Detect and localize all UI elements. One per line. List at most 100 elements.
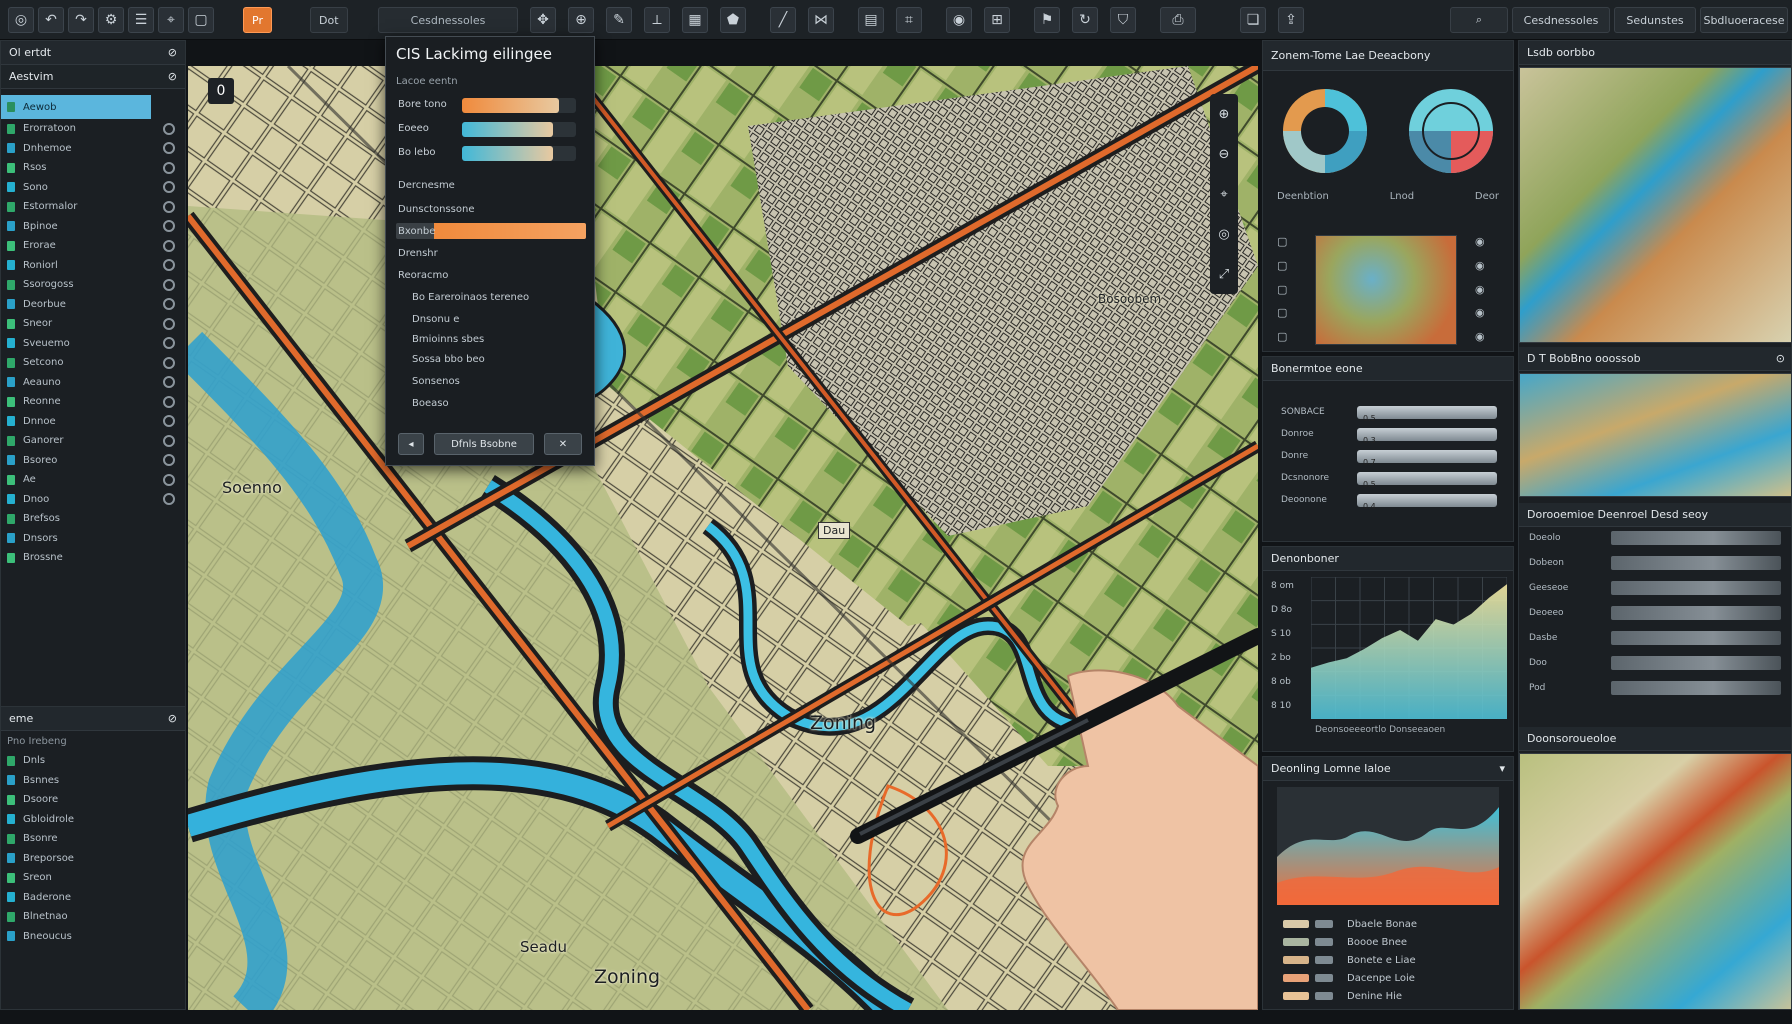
- thumbnail-map-3[interactable]: [1519, 753, 1791, 1009]
- layer-item-selected[interactable]: Aewob: [1, 95, 151, 119]
- layer-item[interactable]: Brossne: [1, 548, 185, 568]
- zoom-out-icon[interactable]: ⊖: [1219, 147, 1230, 162]
- section-toggle-icon[interactable]: ⊘: [168, 70, 177, 83]
- refresh-icon[interactable]: ▢: [1277, 306, 1303, 319]
- dialog-option[interactable]: Bmioinns sbes: [396, 331, 586, 347]
- attribute-value-bar[interactable]: [1611, 631, 1781, 645]
- layer-item[interactable]: Dnls: [1, 751, 185, 771]
- search-box[interactable]: ⌕: [1450, 7, 1508, 33]
- visibility-toggle-icon[interactable]: [163, 259, 175, 272]
- layer-item[interactable]: Dsoore: [1, 790, 185, 810]
- attribute-value-bar[interactable]: [1611, 531, 1781, 545]
- visibility-toggle-icon[interactable]: [163, 122, 175, 135]
- visibility-toggle-icon[interactable]: [163, 473, 175, 486]
- layers2-toggle-icon[interactable]: ⊘: [168, 712, 177, 725]
- layer-item[interactable]: Gbloidrole: [1, 810, 185, 830]
- layer-item[interactable]: Bsoreo: [1, 451, 185, 471]
- layer-item[interactable]: Dnsors: [1, 529, 185, 549]
- dialog-option[interactable]: Dunsctonssone: [396, 201, 586, 217]
- visibility-toggle-icon[interactable]: [163, 434, 175, 447]
- undo-icon[interactable]: ↶: [38, 7, 64, 33]
- fullscreen-icon[interactable]: ⤢: [1219, 267, 1229, 282]
- property-value-field[interactable]: 0.4: [1357, 494, 1497, 511]
- pin-icon[interactable]: ⌖: [158, 7, 184, 33]
- layer-item[interactable]: Erorae: [1, 236, 185, 256]
- draw-icon[interactable]: ✎: [606, 7, 632, 33]
- mini-map-thumbnail[interactable]: [1315, 235, 1457, 345]
- dialog-option[interactable]: Sossa bbo beo: [396, 351, 586, 367]
- visibility-toggle-icon[interactable]: [163, 278, 175, 291]
- measure-icon[interactable]: ⟂: [644, 7, 670, 33]
- layer-item[interactable]: Ae: [1, 470, 185, 490]
- visibility-toggle-icon[interactable]: [163, 181, 175, 194]
- area-menu-icon[interactable]: ▾: [1499, 762, 1505, 775]
- layer-item[interactable]: Reonne: [1, 392, 185, 412]
- lock-icon[interactable]: ◉: [1475, 259, 1501, 272]
- visibility-toggle-icon[interactable]: [163, 337, 175, 350]
- dialog-option[interactable]: Bo Eareroinaos tereneo: [396, 289, 586, 305]
- attribute-value-bar[interactable]: [1611, 656, 1781, 670]
- visibility-toggle-icon[interactable]: [163, 239, 175, 252]
- target-icon[interactable]: ◉: [946, 7, 972, 33]
- table-icon[interactable]: ▤: [858, 7, 884, 33]
- menu-dot[interactable]: Dot: [310, 7, 348, 33]
- filter-icon[interactable]: ▢: [1277, 283, 1303, 296]
- tab-1[interactable]: Cesdnessoles: [1512, 7, 1610, 33]
- visibility-toggle-icon[interactable]: [163, 142, 175, 155]
- layer-item[interactable]: Rsos: [1, 158, 185, 178]
- visibility-toggle-icon[interactable]: [163, 356, 175, 369]
- layer-item[interactable]: Deorbue: [1, 295, 185, 315]
- layer-item[interactable]: Roniorl: [1, 256, 185, 276]
- layer-item[interactable]: Setcono: [1, 353, 185, 373]
- copy-icon[interactable]: ◉: [1475, 306, 1501, 319]
- layer-item[interactable]: Sreon: [1, 868, 185, 888]
- layer-item[interactable]: Dnoo: [1, 490, 185, 510]
- tool-dropdown[interactable]: Cesdnessoles: [378, 7, 518, 33]
- tab-2[interactable]: Sedunstes: [1614, 7, 1696, 33]
- trash-icon[interactable]: ◉: [1475, 330, 1501, 343]
- visibility-toggle-icon[interactable]: [163, 493, 175, 506]
- export-icon[interactable]: ⇪: [1278, 7, 1304, 33]
- layers-icon[interactable]: ☰: [128, 7, 154, 33]
- visibility-toggle-icon[interactable]: [163, 415, 175, 428]
- attribute-value-bar[interactable]: [1611, 606, 1781, 620]
- tab-3[interactable]: Sbdluoeracese: [1700, 7, 1788, 33]
- layer-item[interactable]: Breporsoe: [1, 849, 185, 869]
- redo-icon[interactable]: ↷: [68, 7, 94, 33]
- layer-item[interactable]: Aeauno: [1, 373, 185, 393]
- property-value-field[interactable]: 0.5: [1357, 472, 1497, 489]
- attribute-value-bar[interactable]: [1611, 681, 1781, 695]
- layer-item[interactable]: Brefsos: [1, 509, 185, 529]
- dialog-option[interactable]: Dnsonu e: [396, 311, 586, 327]
- visibility-toggle-icon[interactable]: [163, 395, 175, 408]
- attribute-value-bar[interactable]: [1611, 556, 1781, 570]
- app-logo-icon[interactable]: ◎: [8, 7, 34, 33]
- layer-item[interactable]: Ssorogoss: [1, 275, 185, 295]
- thumbnail-map-2[interactable]: [1519, 373, 1791, 497]
- compass-icon[interactable]: ⌖: [1220, 187, 1227, 202]
- map-badge-icon[interactable]: 0: [208, 78, 234, 104]
- menu-pr[interactable]: Pr: [243, 7, 272, 33]
- dialog-apply-button[interactable]: Dfnls Bsobne: [434, 433, 534, 455]
- layer-item[interactable]: Bpinoe: [1, 217, 185, 237]
- camera-icon[interactable]: ⌗: [896, 7, 922, 33]
- grid-icon[interactable]: ▦: [682, 7, 708, 33]
- visibility-toggle-icon[interactable]: [163, 376, 175, 389]
- locate-icon[interactable]: ◎: [1218, 227, 1229, 242]
- stack-icon[interactable]: ❏: [1240, 7, 1266, 33]
- eye-icon[interactable]: ◉: [1475, 235, 1501, 248]
- layer-item[interactable]: Estormalor: [1, 197, 185, 217]
- visibility-toggle-icon[interactable]: [163, 200, 175, 213]
- pan-icon[interactable]: ✥: [530, 7, 556, 33]
- property-value-field[interactable]: 0.5: [1357, 406, 1497, 423]
- dialog-close-button[interactable]: ✕: [544, 433, 582, 455]
- visibility-toggle-icon[interactable]: [163, 317, 175, 330]
- globe-icon[interactable]: ⊞: [984, 7, 1010, 33]
- collapse-icon[interactable]: ⊘: [168, 46, 177, 59]
- map-marker-label[interactable]: Dau: [818, 522, 851, 539]
- dialog-back-button[interactable]: ◂: [398, 433, 424, 455]
- dialog-option[interactable]: Boeaso: [396, 395, 586, 411]
- layer-item[interactable]: Sveuemo: [1, 334, 185, 354]
- zoom-out-icon[interactable]: ▢: [1277, 259, 1303, 272]
- refresh-icon[interactable]: ↻: [1072, 7, 1098, 33]
